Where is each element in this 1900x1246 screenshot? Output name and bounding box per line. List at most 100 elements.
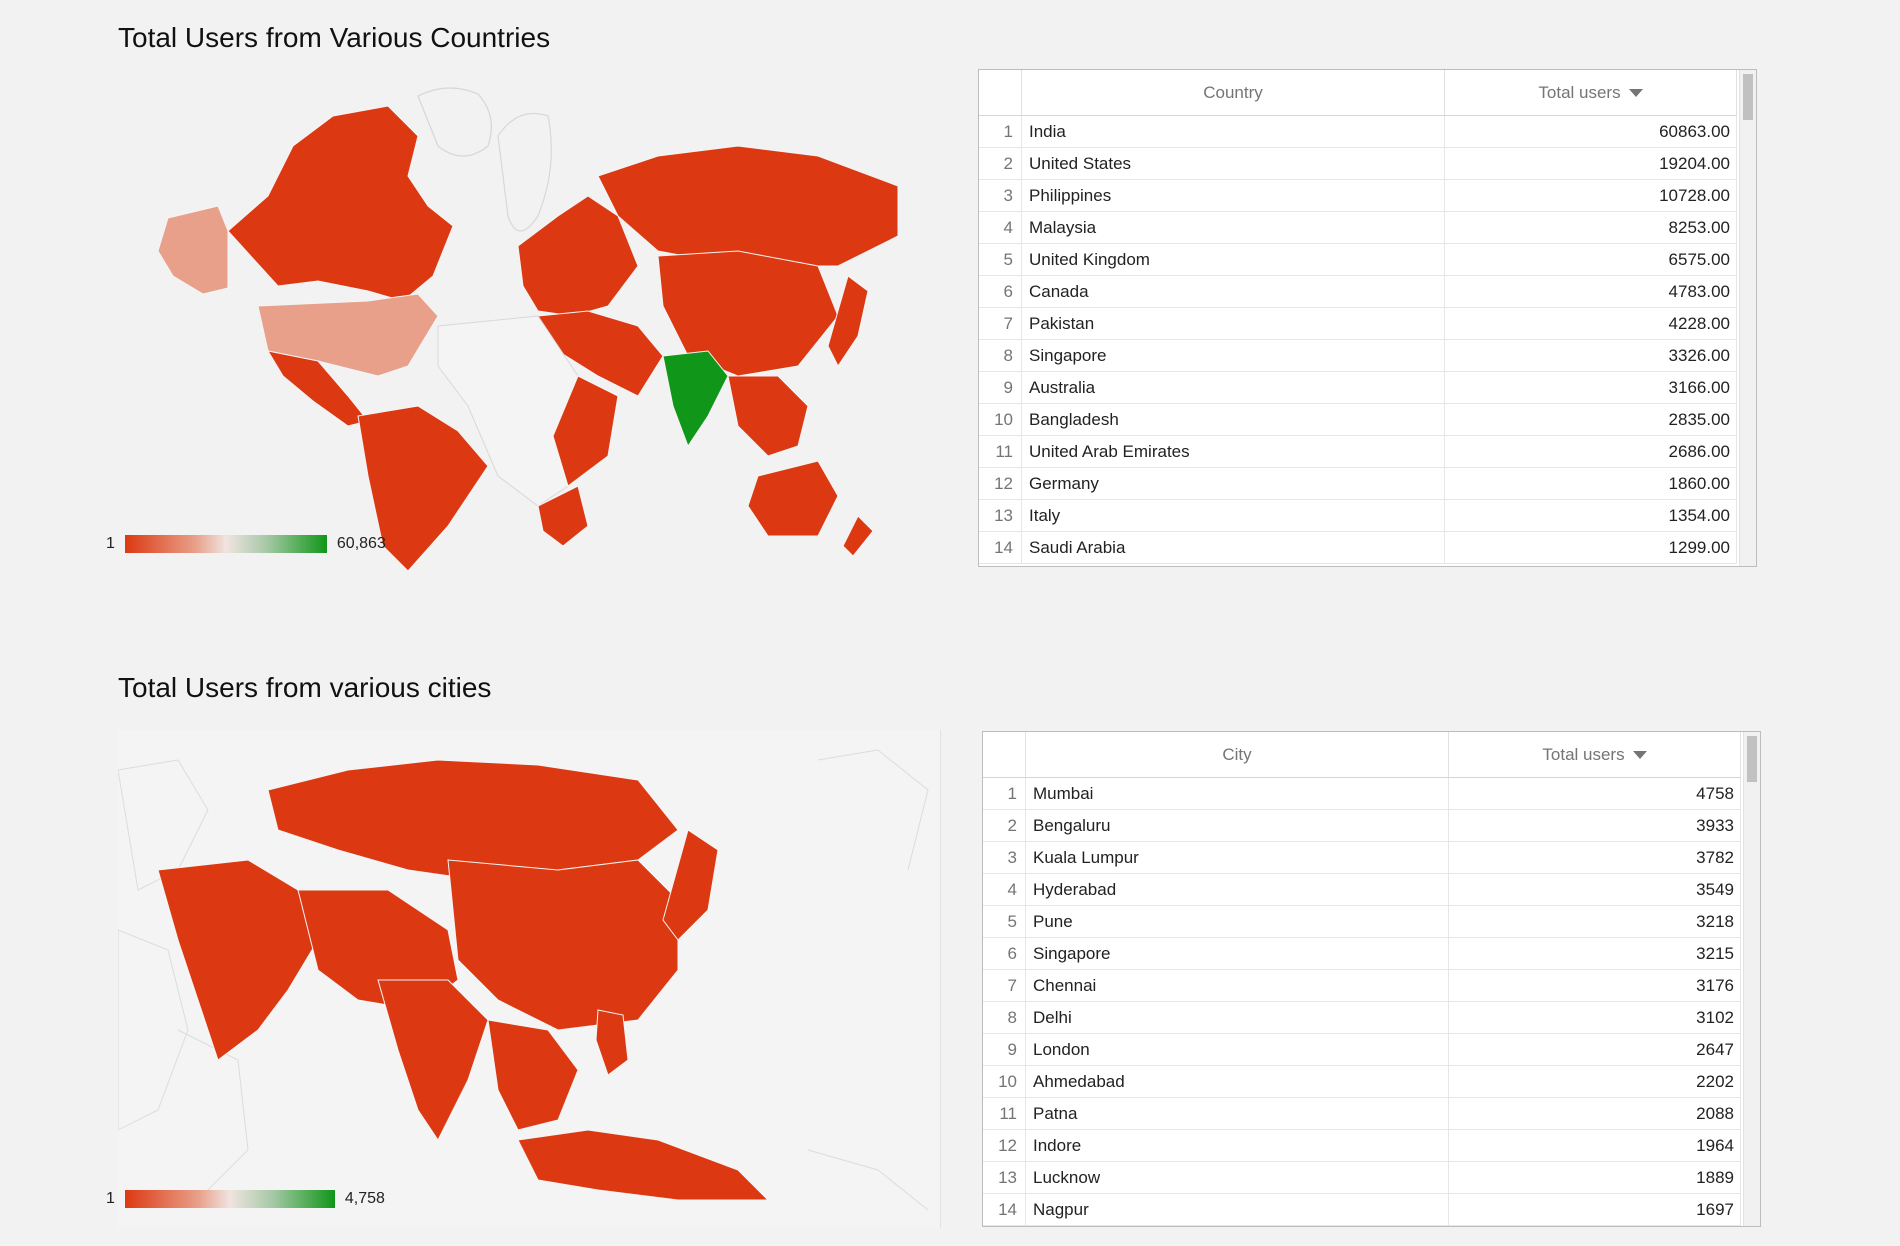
row-number: 8 xyxy=(979,339,1022,372)
row-number-header xyxy=(983,732,1026,778)
row-name: Patna xyxy=(1025,1097,1449,1130)
row-number: 7 xyxy=(979,307,1022,340)
table-row[interactable]: 11 United Arab Emirates 2686.00 xyxy=(979,435,1737,468)
world-geo-map[interactable] xyxy=(118,76,926,571)
country-column-header[interactable]: Country xyxy=(1021,70,1445,116)
row-value: 2202 xyxy=(1448,1065,1741,1098)
countries-map-title: Total Users from Various Countries xyxy=(118,22,551,53)
countries-table: Country Total users 1 India 60863.00 2 Unite… xyxy=(978,69,1757,567)
row-name: Malaysia xyxy=(1021,211,1445,244)
legend-max-value: 60,863 xyxy=(336,535,386,552)
row-number: 3 xyxy=(979,179,1022,212)
table-row[interactable]: 11 Patna 2088 xyxy=(983,1097,1741,1130)
row-number: 9 xyxy=(983,1033,1026,1066)
row-value: 2835.00 xyxy=(1444,403,1737,436)
row-name: Hyderabad xyxy=(1025,873,1449,906)
scrollbar-thumb[interactable] xyxy=(1747,736,1757,782)
row-value: 4758 xyxy=(1448,777,1741,810)
region-philippines xyxy=(595,1009,629,1076)
table-row[interactable]: 3 Kuala Lumpur 3782 xyxy=(983,841,1741,874)
total-users-column-header[interactable]: Total users xyxy=(1448,732,1741,778)
table-row[interactable]: 6 Singapore 3215 xyxy=(983,937,1741,970)
table-row[interactable]: 9 Australia 3166.00 xyxy=(979,371,1737,404)
table-row[interactable]: 10 Ahmedabad 2202 xyxy=(983,1065,1741,1098)
row-value: 3218 xyxy=(1448,905,1741,938)
row-name: Singapore xyxy=(1021,339,1445,372)
table-row[interactable]: 7 Pakistan 4228.00 xyxy=(979,307,1737,340)
row-name: Lucknow xyxy=(1025,1161,1449,1194)
row-value: 1860.00 xyxy=(1444,467,1737,500)
table-row[interactable]: 9 London 2647 xyxy=(983,1033,1741,1066)
table-row[interactable]: 5 United Kingdom 6575.00 xyxy=(979,243,1737,276)
table-row[interactable]: 1 India 60863.00 xyxy=(979,115,1737,148)
row-name: Kuala Lumpur xyxy=(1025,841,1449,874)
row-number: 5 xyxy=(979,243,1022,276)
countries-color-legend: 1 60,863 xyxy=(106,535,386,553)
sort-descending-icon xyxy=(1632,751,1647,760)
table-row[interactable]: 10 Bangladesh 2835.00 xyxy=(979,403,1737,436)
row-number: 13 xyxy=(979,499,1022,532)
table-row[interactable]: 12 Germany 1860.00 xyxy=(979,467,1737,500)
row-number: 2 xyxy=(983,809,1026,842)
table-row[interactable]: 4 Malaysia 8253.00 xyxy=(979,211,1737,244)
row-number: 12 xyxy=(983,1129,1026,1162)
table-row[interactable]: 13 Italy 1354.00 xyxy=(979,499,1737,532)
table-row[interactable]: 12 Indore 1964 xyxy=(983,1129,1741,1162)
table-row[interactable]: 8 Delhi 3102 xyxy=(983,1001,1741,1034)
city-column-header[interactable]: City xyxy=(1025,732,1449,778)
row-value: 2647 xyxy=(1448,1033,1741,1066)
row-number: 4 xyxy=(983,873,1026,906)
row-name: Canada xyxy=(1021,275,1445,308)
table-row[interactable]: 2 United States 19204.00 xyxy=(979,147,1737,180)
table-row[interactable]: 1 Mumbai 4758 xyxy=(983,777,1741,810)
row-number: 12 xyxy=(979,467,1022,500)
region-southeast-asia xyxy=(727,375,809,457)
table-row[interactable]: 5 Pune 3218 xyxy=(983,905,1741,938)
row-name: Pune xyxy=(1025,905,1449,938)
total-users-column-header[interactable]: Total users xyxy=(1444,70,1737,116)
table-row[interactable]: 2 Bengaluru 3933 xyxy=(983,809,1741,842)
table-row[interactable]: 14 Nagpur 1697 xyxy=(983,1193,1741,1226)
row-value: 3549 xyxy=(1448,873,1741,906)
sort-descending-icon xyxy=(1628,89,1643,98)
row-name: Philippines xyxy=(1021,179,1445,212)
asia-geo-map[interactable] xyxy=(118,730,941,1228)
row-value: 3176 xyxy=(1448,969,1741,1002)
region-russia xyxy=(597,145,899,267)
region-canada xyxy=(227,105,454,302)
total-users-header-label: Total users xyxy=(1538,82,1621,102)
table-scrollbar[interactable] xyxy=(1739,70,1756,566)
row-name: Bengaluru xyxy=(1025,809,1449,842)
region-china-mongolia xyxy=(447,859,679,1031)
table-scrollbar[interactable] xyxy=(1743,732,1760,1226)
region-southeast-asia xyxy=(487,1019,579,1131)
table-row[interactable]: 6 Canada 4783.00 xyxy=(979,275,1737,308)
row-value: 8253.00 xyxy=(1444,211,1737,244)
cities-map-title: Total Users from various cities xyxy=(118,672,492,703)
row-name: Germany xyxy=(1021,467,1445,500)
table-row[interactable]: 8 Singapore 3326.00 xyxy=(979,339,1737,372)
table-row[interactable]: 4 Hyderabad 3549 xyxy=(983,873,1741,906)
row-number: 10 xyxy=(979,403,1022,436)
row-name: Bangladesh xyxy=(1021,403,1445,436)
row-value: 1299.00 xyxy=(1444,531,1737,564)
row-value: 10728.00 xyxy=(1444,179,1737,212)
row-number: 13 xyxy=(983,1161,1026,1194)
table-row[interactable]: 3 Philippines 10728.00 xyxy=(979,179,1737,212)
region-new-zealand xyxy=(842,515,874,557)
table-row[interactable]: 14 Saudi Arabia 1299.00 xyxy=(979,531,1737,564)
row-value: 3326.00 xyxy=(1444,339,1737,372)
row-number: 10 xyxy=(983,1065,1026,1098)
row-number: 5 xyxy=(983,905,1026,938)
region-indonesia xyxy=(517,1129,770,1201)
row-name: Australia xyxy=(1021,371,1445,404)
region-australia xyxy=(747,460,839,537)
table-row[interactable]: 13 Lucknow 1889 xyxy=(983,1161,1741,1194)
row-name: Indore xyxy=(1025,1129,1449,1162)
row-value: 3166.00 xyxy=(1444,371,1737,404)
row-name: London xyxy=(1025,1033,1449,1066)
table-row[interactable]: 7 Chennai 3176 xyxy=(983,969,1741,1002)
row-number: 14 xyxy=(979,531,1022,564)
scrollbar-thumb[interactable] xyxy=(1743,74,1753,120)
legend-max-value: 4,758 xyxy=(344,1190,385,1207)
